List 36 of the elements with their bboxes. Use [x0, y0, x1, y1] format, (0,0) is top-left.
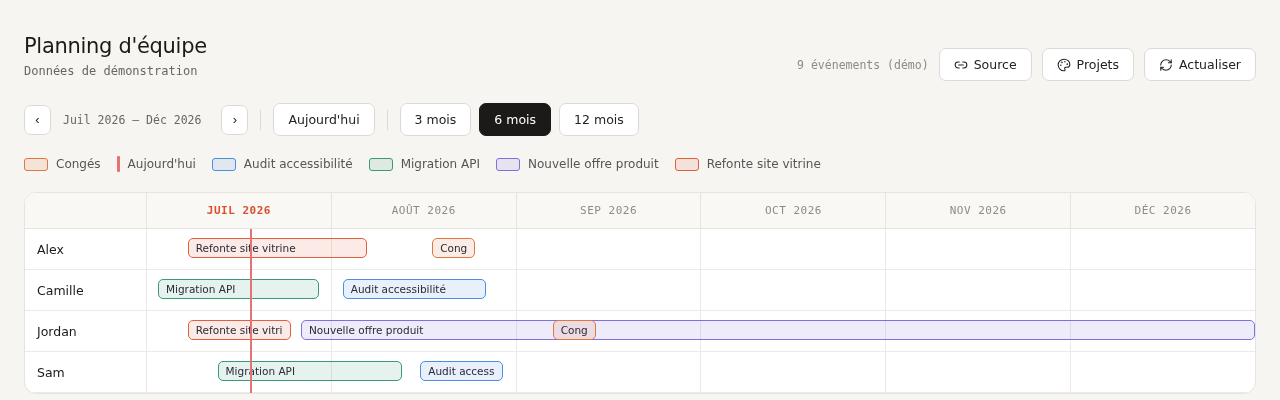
event-bar[interactable]: Cong	[432, 238, 476, 258]
legend-label: Audit accessibilité	[243, 157, 353, 171]
person-name: Camille	[36, 281, 85, 300]
view-button[interactable]: 3 mois	[399, 103, 472, 136]
palette-icon	[1056, 57, 1071, 72]
refresh-button[interactable]: Actualiser	[1144, 48, 1256, 81]
month-header: OCT 2026	[764, 204, 822, 217]
link-button[interactable]: Source	[938, 48, 1032, 81]
view-button[interactable]: 12 mois	[559, 103, 639, 136]
event-bar[interactable]: Audit accessibilité	[342, 279, 486, 299]
page-subtitle: Données de démonstration	[24, 64, 199, 78]
legend-label: Migration API	[400, 157, 480, 171]
today-button[interactable]: Aujourd'hui	[273, 103, 375, 136]
month-header: NOV 2026	[949, 204, 1007, 217]
event-bar[interactable]: Cong	[552, 320, 596, 340]
date-range: Juil 2026 — Déc 2026	[62, 112, 203, 127]
month-header: DÉC 2026	[1134, 204, 1192, 217]
month-header: AOÛT 2026	[391, 204, 456, 217]
month-header: SEP 2026	[580, 204, 638, 217]
event-bar[interactable]: Migration API	[157, 279, 319, 299]
person-name: Jordan	[35, 322, 78, 341]
next-button[interactable]: ›	[221, 104, 249, 135]
legend-label: Nouvelle offre produit	[528, 157, 659, 171]
person-name: Sam	[36, 363, 66, 382]
legend-label: Congés	[56, 157, 101, 171]
refresh-icon	[1159, 57, 1173, 72]
event-count: 9 événements (démo)	[797, 57, 929, 72]
previous-button[interactable]: ‹	[24, 104, 51, 135]
person-name: Alex	[36, 240, 65, 259]
legend-label: Refonte site vitrine	[706, 157, 821, 171]
legend-label: Aujourd'hui	[127, 157, 196, 171]
page-title: Planning d'équipe	[24, 33, 207, 60]
view-button[interactable]: 6 mois	[479, 103, 552, 136]
palette-button[interactable]: Projets	[1041, 48, 1134, 81]
month-header: JUIL 2026	[206, 204, 271, 217]
event-bar[interactable]: Audit access	[420, 361, 503, 381]
